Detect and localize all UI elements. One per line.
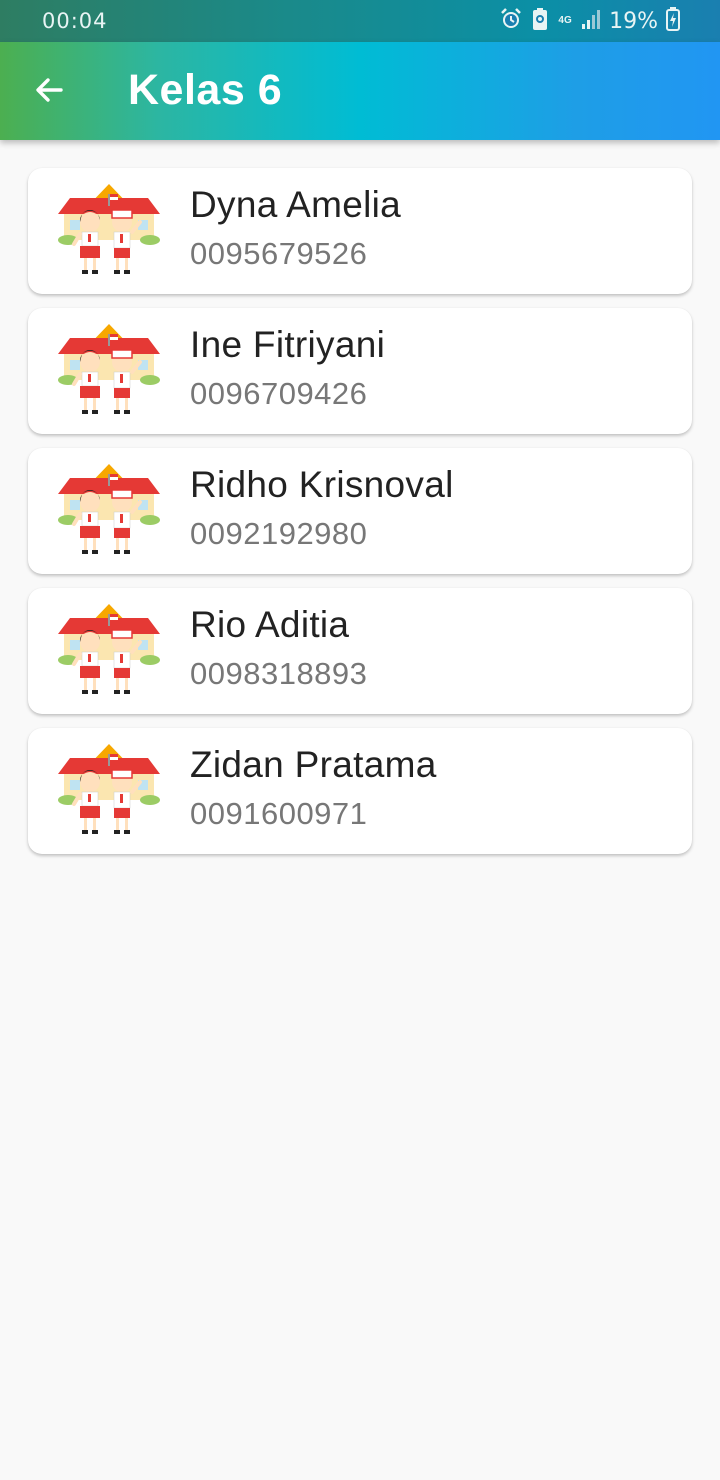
- status-icons: 4G 19%: [499, 6, 680, 36]
- app-bar: Kelas 6: [0, 42, 720, 140]
- student-name: Dyna Amelia: [190, 184, 402, 225]
- student-name: Rio Aditia: [190, 604, 350, 645]
- student-card[interactable]: Rio Aditia 0098318893: [28, 588, 692, 714]
- battery-saver-icon: [531, 7, 549, 36]
- student-nisn: 0095679526: [190, 236, 368, 271]
- school-kids-icon: [56, 322, 162, 418]
- student-nisn: 0098318893: [190, 656, 368, 691]
- signal-icon: [581, 8, 601, 35]
- student-card[interactable]: Dyna Amelia 0095679526: [28, 168, 692, 294]
- network-4g-icon: 4G: [558, 15, 572, 26]
- school-kids-icon: [56, 462, 162, 558]
- student-name: Ridho Krisnoval: [190, 464, 454, 505]
- battery-percent: 19%: [609, 8, 658, 34]
- student-card[interactable]: Zidan Pratama 0091600971: [28, 728, 692, 854]
- school-kids-icon: [56, 602, 162, 698]
- school-kids-icon: [56, 182, 162, 278]
- page-title: Kelas 6: [128, 66, 283, 114]
- back-button[interactable]: [22, 65, 76, 119]
- school-kids-icon: [56, 742, 162, 838]
- alarm-icon: [499, 7, 523, 36]
- student-card[interactable]: Ridho Krisnoval 0092192980: [28, 448, 692, 574]
- student-name: Ine Fitriyani: [190, 324, 386, 365]
- battery-charging-icon: [666, 6, 680, 36]
- student-nisn: 0092192980: [190, 516, 368, 551]
- arrow-left-icon: [33, 74, 65, 111]
- status-time: 00:04: [42, 9, 108, 33]
- status-bar: 00:04 4G 19%: [0, 0, 720, 42]
- student-card[interactable]: Ine Fitriyani 0096709426: [28, 308, 692, 434]
- student-list: Dyna Amelia 0095679526 Ine Fitriyani 009…: [28, 168, 692, 868]
- student-name: Zidan Pratama: [190, 744, 437, 785]
- student-nisn: 0096709426: [190, 376, 368, 411]
- student-nisn: 0091600971: [190, 796, 368, 831]
